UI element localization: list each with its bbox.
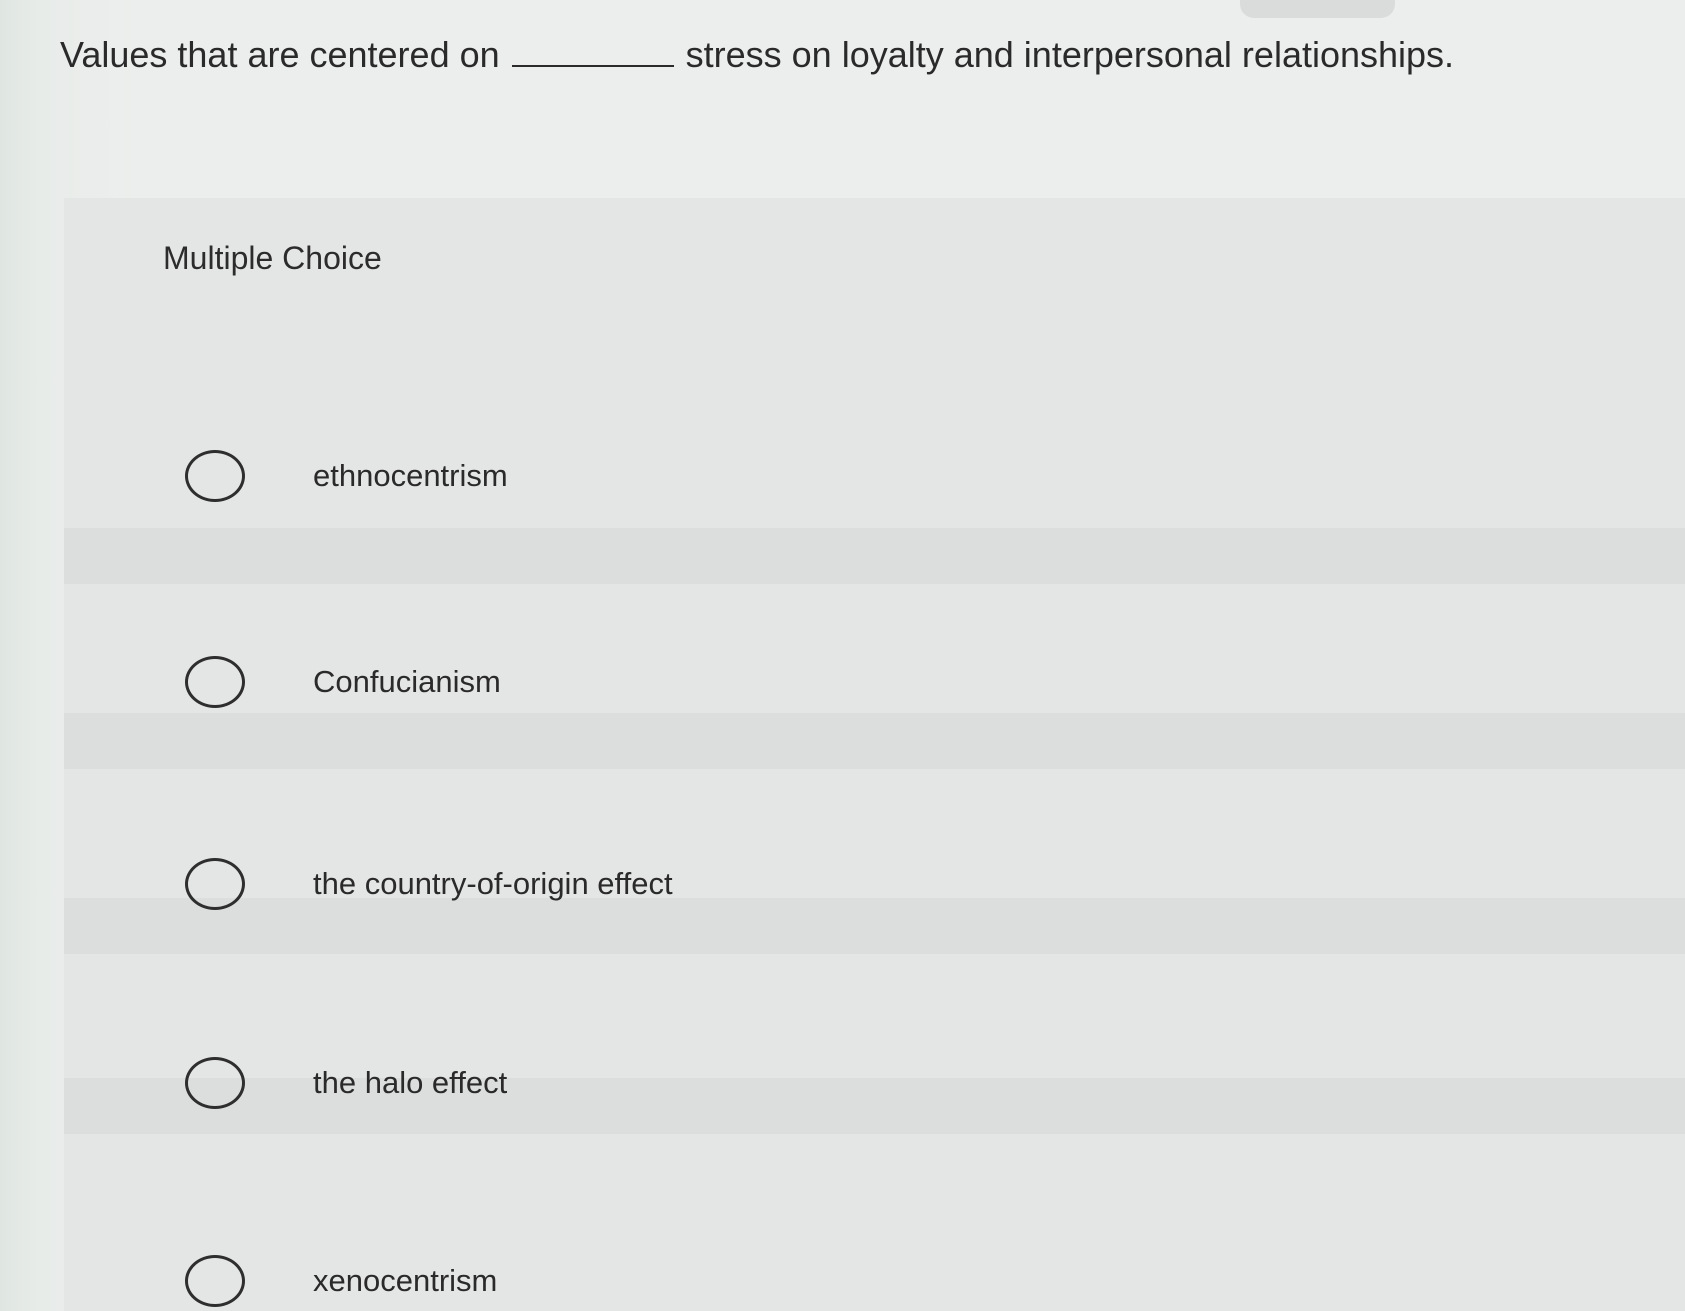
radio-button[interactable]	[185, 656, 245, 708]
option-label: the halo effect	[313, 1065, 508, 1100]
option-label: the country-of-origin effect	[313, 866, 673, 901]
option-confucianism[interactable]: Confucianism	[185, 656, 501, 708]
option-label: xenocentrism	[313, 1263, 498, 1298]
radio-button[interactable]	[185, 1057, 245, 1109]
option-ethnocentrism[interactable]: ethnocentrism	[185, 450, 508, 502]
options-list: ethnocentrism Confucianism the country-o…	[0, 0, 1685, 1311]
option-country-of-origin-effect[interactable]: the country-of-origin effect	[185, 858, 673, 910]
page-background: Values that are centered on stress on loy…	[0, 0, 1685, 1311]
radio-button[interactable]	[185, 1255, 245, 1307]
option-halo-effect[interactable]: the halo effect	[185, 1057, 507, 1109]
radio-button[interactable]	[185, 858, 245, 910]
option-label: Confucianism	[313, 664, 501, 699]
option-xenocentrism[interactable]: xenocentrism	[185, 1255, 497, 1307]
option-label: ethnocentrism	[313, 458, 508, 493]
radio-button[interactable]	[185, 450, 245, 502]
